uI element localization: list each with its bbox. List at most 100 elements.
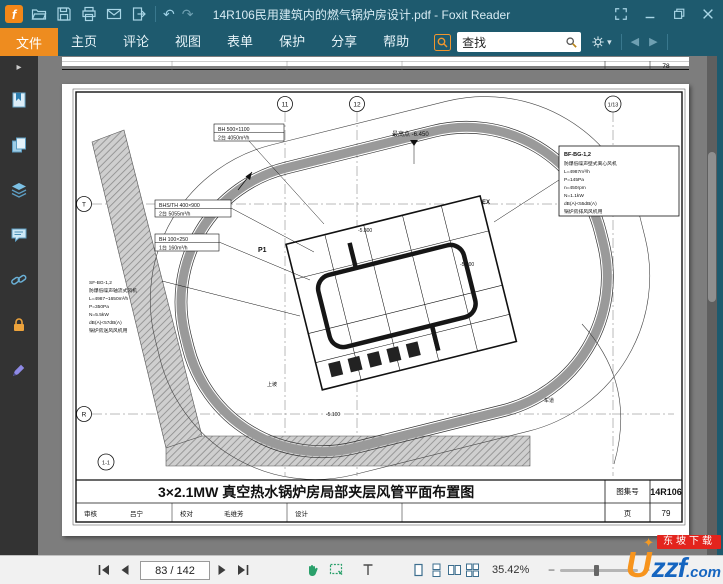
watermark-brand-tld: .com: [685, 564, 721, 581]
atlas-number-value: 14R106: [650, 487, 682, 497]
elevation-label-1: -5.800: [358, 228, 372, 234]
save-icon[interactable]: [55, 5, 73, 23]
attachments-panel-icon[interactable]: [8, 269, 30, 291]
pdf-page[interactable]: 11 12 1/13 T R 1-1 BH 500×1100 2台 4050m³…: [62, 84, 689, 536]
find-previous-icon[interactable]: ◀: [631, 34, 639, 50]
select-text-button[interactable]: [360, 562, 376, 578]
svg-text:BF-BG-1,2: BF-BG-1,2: [564, 152, 591, 158]
comments-panel-icon[interactable]: [8, 224, 30, 246]
ramp-label: 上坡: [267, 381, 277, 388]
hand-tool-button[interactable]: [304, 562, 320, 578]
supply-fan-spec-block: SF-BG-1,2 防爆低噪声轴流式风机 L=4987~1650m³/h P=3…: [89, 280, 137, 334]
svg-text:P=350Pa: P=350Pa: [89, 304, 109, 310]
zoom-out-icon[interactable]: −: [548, 563, 555, 577]
drawing-title: 3×2.1MW 真空热水锅炉房局部夹层风管平面布置图: [158, 484, 474, 500]
minimize-button[interactable]: [641, 5, 659, 23]
atlas-number-label: 图集号: [616, 486, 639, 496]
snapshot-tool-button[interactable]: [328, 562, 344, 578]
security-panel-icon[interactable]: [8, 314, 30, 336]
menu-item-form[interactable]: 表单: [214, 28, 266, 56]
window-border: [717, 56, 723, 556]
continuous-facing-view-button[interactable]: [464, 562, 480, 578]
grid-ref-top3: 1/13: [608, 103, 619, 109]
menu-item-home[interactable]: 主页: [58, 28, 110, 56]
export-icon[interactable]: [130, 5, 148, 23]
annotation-box3-line2: 1台 160m³/h: [159, 244, 188, 252]
vertical-scrollbar[interactable]: [707, 56, 717, 556]
page-number-input[interactable]: [140, 561, 210, 580]
quick-access-toolbar: f ↶ ↷: [0, 5, 193, 23]
menu-separator: [620, 34, 622, 50]
find-icon[interactable]: [434, 33, 452, 51]
search-input[interactable]: [459, 35, 565, 49]
previous-page-sliver: 78: [62, 57, 689, 70]
find-next-icon[interactable]: ▶: [649, 34, 657, 50]
menu-item-help[interactable]: 帮助: [370, 28, 422, 56]
email-icon[interactable]: [105, 5, 123, 23]
zoom-slider-thumb[interactable]: [594, 564, 600, 576]
annotation-box1-line1: BH 500×1100: [218, 127, 250, 133]
fullscreen-icon[interactable]: [612, 5, 630, 23]
svg-text:dB(A)<57dB(A): dB(A)<57dB(A): [89, 320, 122, 326]
designer-label: 设计: [295, 509, 309, 518]
sheet-page-value: 79: [662, 509, 671, 518]
redo-icon[interactable]: ↷: [182, 6, 194, 22]
file-menu-tab[interactable]: 文件: [0, 28, 58, 56]
undo-icon[interactable]: ↶: [163, 6, 175, 22]
layers-panel-icon[interactable]: [8, 179, 30, 201]
panel-expand-icon[interactable]: ▸: [16, 62, 21, 73]
previous-page-button[interactable]: [117, 562, 133, 578]
toolbar-separator: [155, 6, 156, 22]
svg-text:SF-BG-1,2: SF-BG-1,2: [89, 280, 112, 286]
last-page-button[interactable]: [235, 562, 251, 578]
restore-button[interactable]: [670, 5, 688, 23]
menu-item-view[interactable]: 视图: [162, 28, 214, 56]
sheet-page-label: 页: [624, 509, 632, 518]
facing-view-button[interactable]: [446, 562, 462, 578]
status-bar: 35.42% − +: [0, 555, 723, 584]
svg-text:L=4987m³/h: L=4987m³/h: [564, 169, 590, 175]
close-button[interactable]: [699, 5, 717, 23]
next-page-button[interactable]: [214, 562, 230, 578]
svg-text:防爆低噪声轴流式风机: 防爆低噪声轴流式风机: [89, 287, 137, 294]
elevation-label-2: -5.000: [460, 262, 474, 268]
menu-item-share[interactable]: 分享: [318, 28, 370, 56]
settings-gear-icon[interactable]: ▾: [591, 35, 612, 49]
grid-ref-corner: 1-1: [102, 461, 110, 467]
titlebar: f ↶ ↷ 14R106民用建筑内的燃气锅炉房设计.pdf - Foxit Re…: [0, 0, 723, 28]
search-icon[interactable]: [564, 35, 579, 50]
high-point-label: 最高点 -6.450: [392, 130, 429, 138]
watermark-brand: Uzzf .com: [626, 547, 721, 583]
exhaust-fan-spec-box: BF-BG-1,2 防爆低噪声壁式离心风机 L=4987m³/h P=145Pa…: [558, 145, 680, 217]
elevation-label-3: -5.100: [326, 412, 340, 418]
menu-item-protect[interactable]: 保护: [266, 28, 318, 56]
svg-text:dB(A)<55dB(A): dB(A)<55dB(A): [564, 201, 597, 207]
scrollbar-thumb[interactable]: [708, 152, 716, 302]
first-page-button[interactable]: [96, 562, 112, 578]
window-controls: [612, 0, 717, 28]
menu-bar: 文件 主页 评论 视图 表单 保护 分享 帮助 ▾ ◀ ▶: [0, 28, 723, 56]
p1-label: P1: [258, 247, 267, 254]
watermark-badge: 东坡下载: [657, 535, 721, 549]
foxit-logo-icon[interactable]: f: [5, 5, 23, 23]
annotation-box2-line2: 2台 5055m³/h: [159, 210, 191, 218]
open-file-icon[interactable]: [30, 5, 48, 23]
watermark-brand-u: U: [625, 544, 652, 584]
signature-panel-icon[interactable]: [8, 359, 30, 381]
menu-separator-2: [666, 34, 668, 50]
bookmark-panel-icon[interactable]: [8, 89, 30, 111]
menu-item-comment[interactable]: 评论: [110, 28, 162, 56]
floor-plan-drawing: 11 12 1/13 T R 1-1 BH 500×1100 2台 4050m³…: [72, 88, 686, 526]
svg-text:n=450rpm: n=450rpm: [564, 185, 586, 191]
svg-text:N=1.1kW: N=1.1kW: [564, 193, 584, 199]
document-area[interactable]: 78 11 12 1/13 T R 1-1 BH 500×1100 2台 405…: [38, 56, 707, 556]
single-page-view-button[interactable]: [410, 562, 426, 578]
continuous-view-button[interactable]: [428, 562, 444, 578]
print-icon[interactable]: [80, 5, 98, 23]
pages-panel-icon[interactable]: [8, 134, 30, 156]
reviewer-name: 吕宁: [130, 509, 144, 518]
svg-text:锅炉房送风风机用: 锅炉房送风风机用: [89, 327, 128, 334]
checker-label: 校对: [180, 509, 194, 518]
gear-caret-icon: ▾: [607, 36, 612, 47]
svg-text:锅炉房排风风机用: 锅炉房排风风机用: [564, 208, 603, 215]
